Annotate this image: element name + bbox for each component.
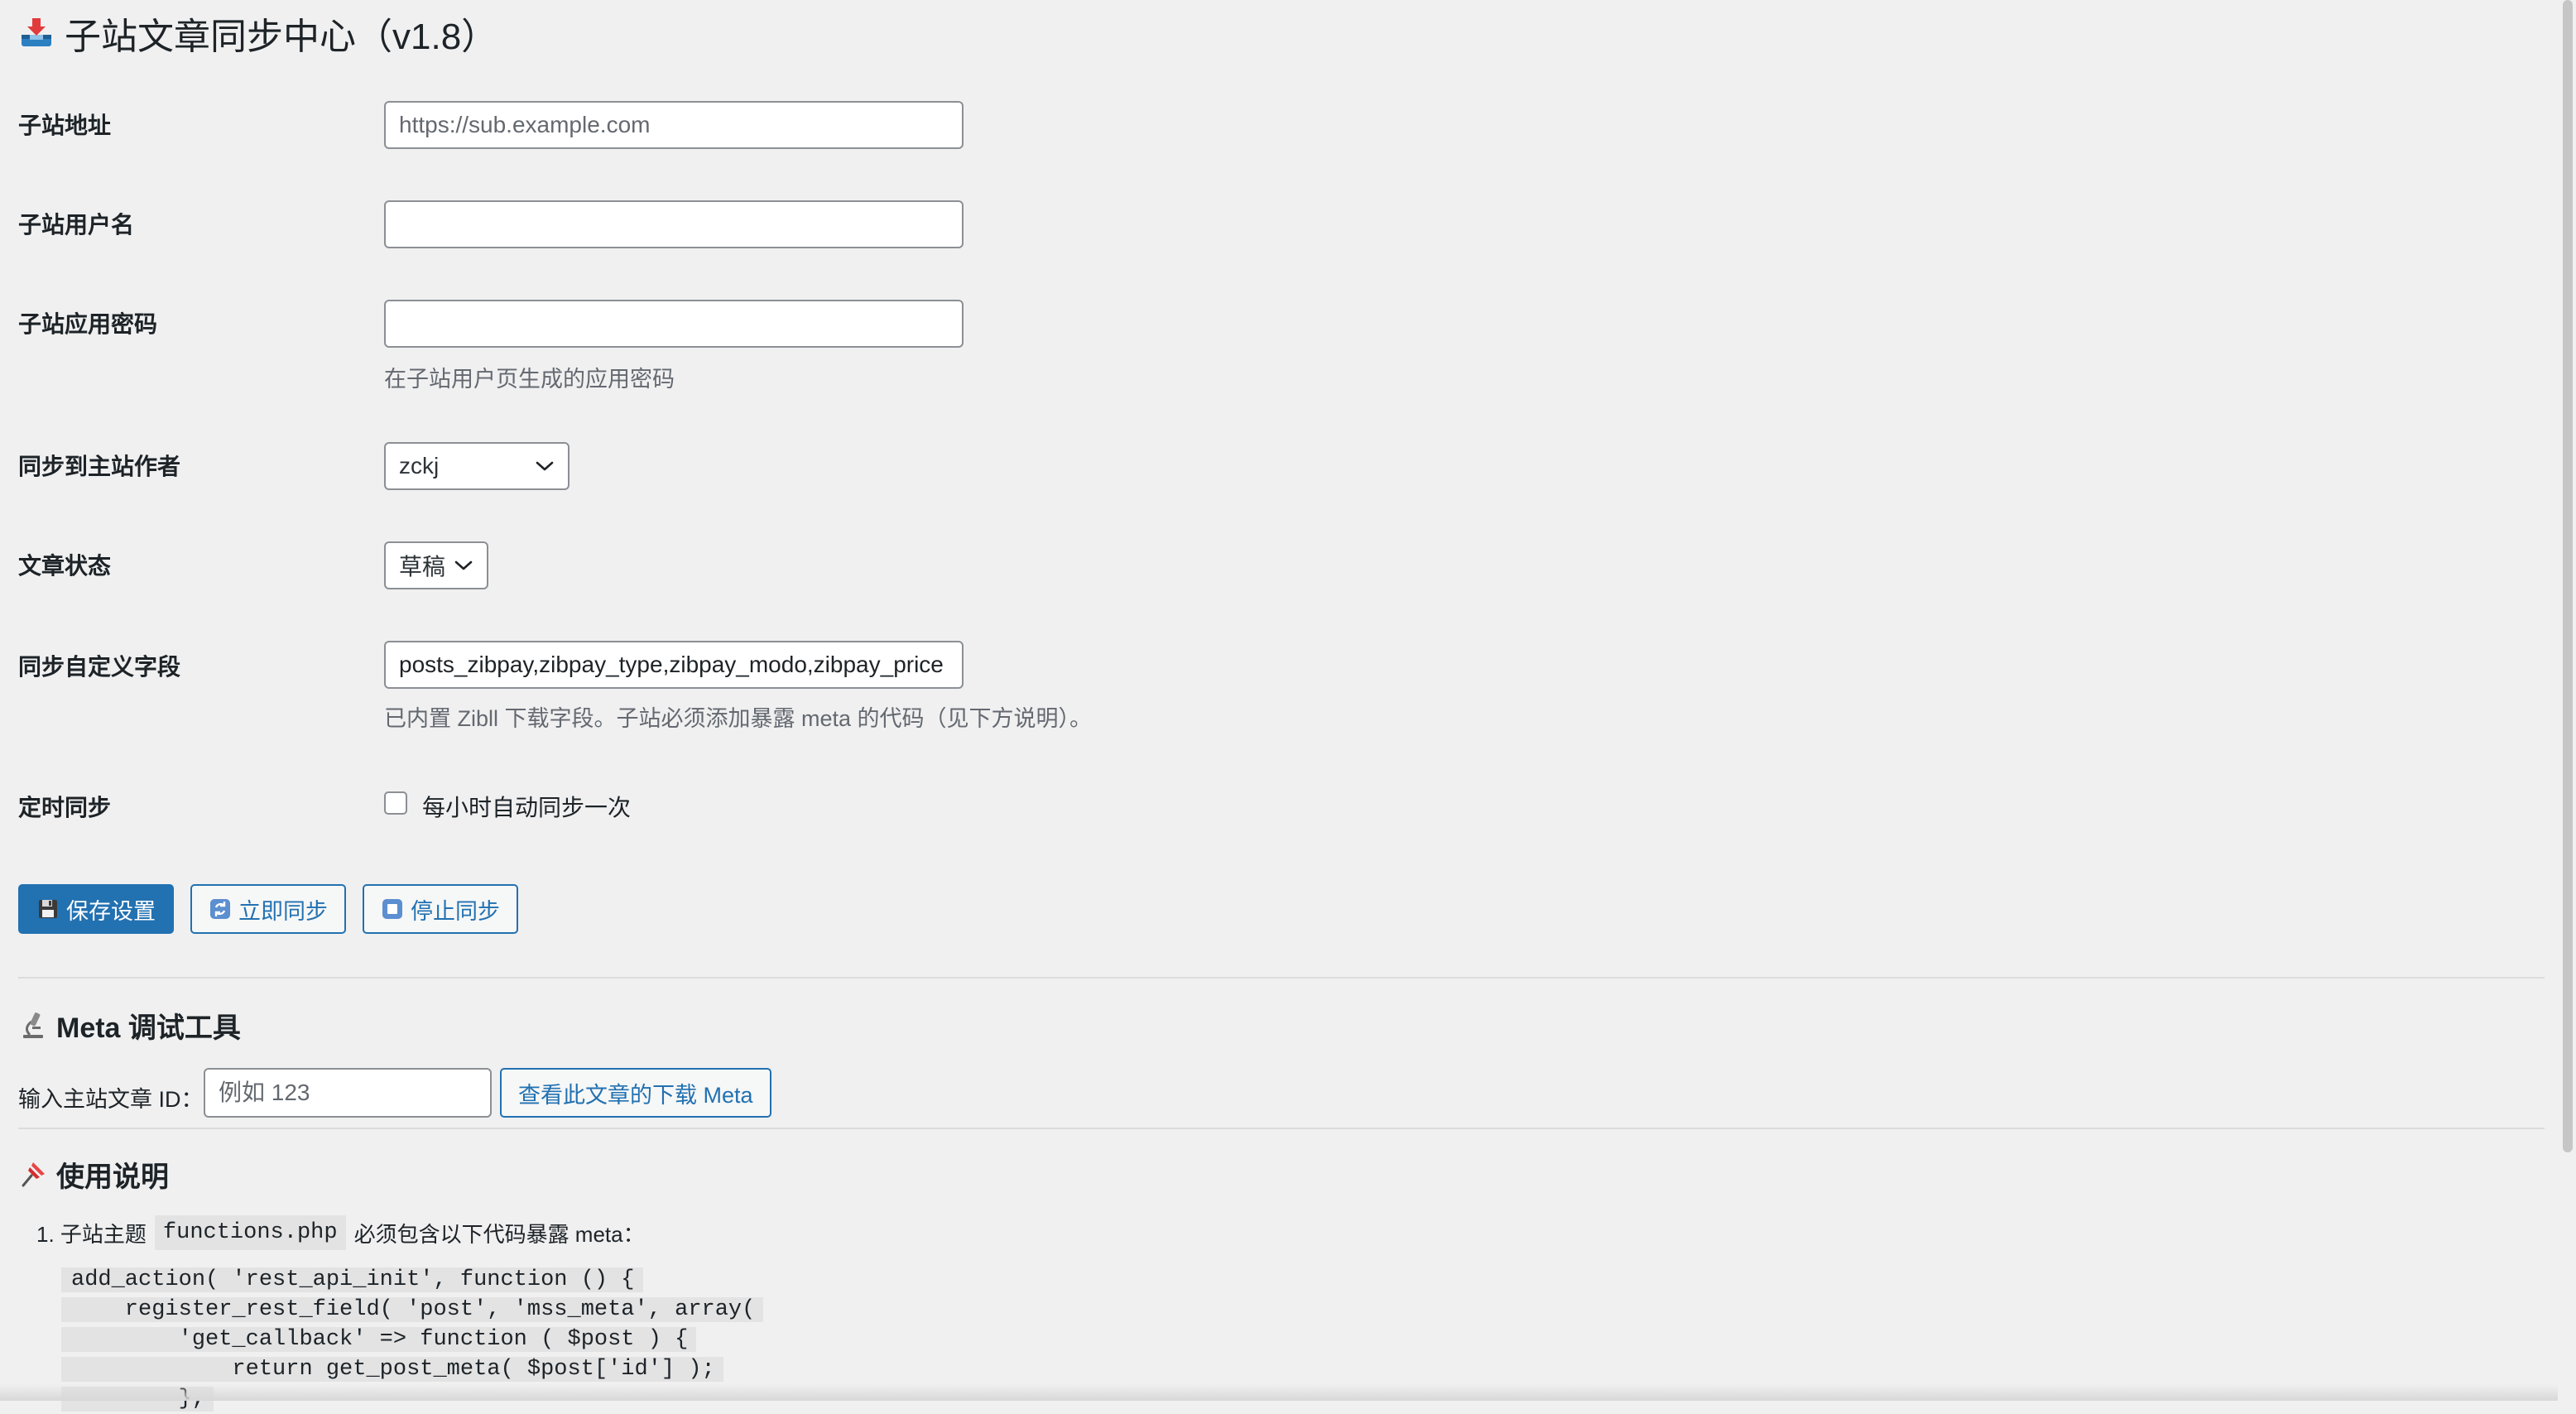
custom-fields-input[interactable] xyxy=(384,641,964,689)
post-status-select-value: 草稿 xyxy=(399,554,446,580)
custom-fields-description: 已内置 Zibll 下载字段。子站必须添加暴露 meta 的代码（见下方说明）。 xyxy=(384,706,1093,731)
app-password-input[interactable] xyxy=(384,300,964,348)
schedule-label: 定时同步 xyxy=(18,795,112,820)
view-meta-button-label: 查看此文章的下载 Meta xyxy=(518,1082,753,1108)
vertical-scrollbar[interactable] xyxy=(2558,0,2576,1401)
floppy-disk-icon xyxy=(39,900,57,918)
instruction-item-1: 1. 子站主题 functions.php 必须包含以下代码暴露 meta： xyxy=(36,1215,645,1250)
stop-sync-button-label: 停止同步 xyxy=(411,898,500,924)
hourly-sync-checkbox[interactable] xyxy=(384,791,407,815)
site-url-label: 子站地址 xyxy=(18,113,112,138)
code-line: register_rest_field( 'post', 'mss_meta',… xyxy=(61,1295,764,1325)
stop-sync-button[interactable]: 停止同步 xyxy=(363,884,518,934)
username-input[interactable] xyxy=(384,200,964,248)
functions-php-code: functions.php xyxy=(154,1215,346,1250)
microscope-icon xyxy=(18,1010,48,1040)
instructions-title-text: 使用说明 xyxy=(56,1161,169,1193)
inbox-tray-icon xyxy=(18,15,55,51)
page-title: 子站文章同步中心（v1.8） xyxy=(18,8,497,58)
divider xyxy=(18,977,2545,979)
meta-debug-title: Meta 调试工具 xyxy=(18,1005,241,1045)
scrollbar-thumb[interactable] xyxy=(2563,0,2573,1152)
save-button[interactable]: 保存设置 xyxy=(18,884,174,934)
site-url-input[interactable] xyxy=(384,101,964,149)
refresh-icon xyxy=(210,899,230,919)
sync-now-button-label: 立即同步 xyxy=(238,898,328,924)
app-password-label: 子站应用密码 xyxy=(18,311,158,337)
hourly-sync-label[interactable]: 每小时自动同步一次 xyxy=(422,790,631,823)
code-line: 'get_callback' => function ( $post ) { xyxy=(61,1325,763,1354)
stop-icon xyxy=(382,899,402,919)
pushpin-icon xyxy=(18,1159,48,1189)
author-select[interactable]: zckj xyxy=(384,442,570,490)
author-label: 同步到主站作者 xyxy=(18,454,181,479)
post-status-label: 文章状态 xyxy=(18,553,112,579)
author-select-value: zckj xyxy=(399,453,440,479)
post-status-select[interactable]: 草稿 xyxy=(384,541,488,589)
custom-fields-label: 同步自定义字段 xyxy=(18,654,181,680)
instruction-item-1-suffix: 必须包含以下代码暴露 meta： xyxy=(353,1221,645,1247)
meta-debug-title-text: Meta 调试工具 xyxy=(56,1012,241,1044)
divider xyxy=(18,1128,2545,1129)
post-id-input[interactable] xyxy=(204,1068,492,1118)
username-label: 子站用户名 xyxy=(18,212,135,238)
chevron-down-icon xyxy=(454,560,473,570)
code-line: add_action( 'rest_api_init', function ()… xyxy=(61,1265,763,1295)
code-line: return get_post_meta( $post['id'] ); xyxy=(61,1354,763,1384)
chevron-down-icon xyxy=(536,461,554,471)
bottom-fade xyxy=(0,1384,2558,1401)
page-title-text: 子站文章同步中心（v1.8） xyxy=(65,17,498,57)
view-meta-button[interactable]: 查看此文章的下载 Meta xyxy=(500,1068,771,1118)
save-button-label: 保存设置 xyxy=(66,898,156,924)
instruction-item-1-prefix: 1. 子站主题 xyxy=(36,1221,147,1247)
sync-now-button[interactable]: 立即同步 xyxy=(190,884,346,934)
instructions-title: 使用说明 xyxy=(18,1154,169,1194)
app-password-description: 在子站用户页生成的应用密码 xyxy=(384,367,675,392)
post-id-label: 输入主站文章 ID： xyxy=(18,1087,204,1112)
